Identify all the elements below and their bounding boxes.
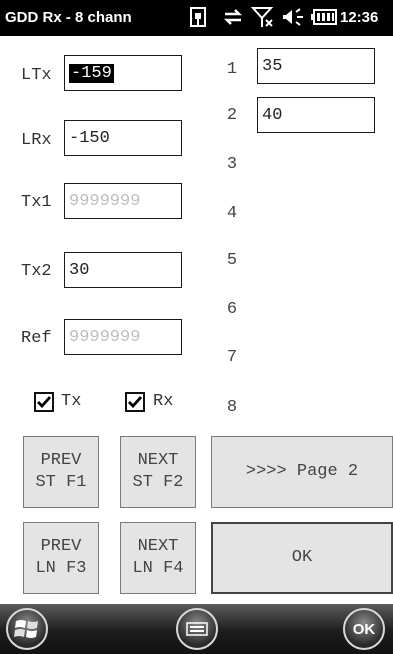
check-icon [128, 396, 142, 409]
channel-1-number: 1 [226, 60, 238, 79]
channel-2-number: 2 [226, 106, 238, 125]
channel-1-field[interactable]: 35 [257, 48, 375, 84]
ref-label: Ref [21, 329, 52, 348]
status-clock: 12:36 [340, 9, 379, 26]
channel-2-value: 40 [262, 105, 283, 125]
channel-6-number: 6 [226, 300, 238, 319]
channel-4-number: 4 [226, 204, 238, 223]
taskbar: OK [0, 604, 393, 654]
keyboard-button[interactable] [176, 608, 218, 650]
windows-logo-icon [14, 620, 38, 638]
ref-placeholder: 9999999 [69, 327, 141, 347]
tx1-label: Tx1 [21, 193, 52, 212]
tx2-field[interactable]: 30 [64, 252, 182, 288]
tx2-label: Tx2 [21, 262, 52, 281]
check-icon [37, 396, 51, 409]
battery-icon [310, 5, 338, 29]
tx-checkbox[interactable] [34, 392, 54, 412]
next-st-button[interactable]: NEXT ST F2 [120, 436, 196, 508]
tx2-value: 30 [69, 260, 90, 280]
rx-checkbox-label: Rx [153, 392, 174, 411]
sync-arrows-icon [221, 5, 245, 29]
ltx-value: -159 [69, 63, 114, 83]
channel-7-number: 7 [226, 348, 238, 367]
prev-st-button[interactable]: PREV ST F1 [23, 436, 99, 508]
lrx-field[interactable]: -150 [64, 120, 182, 156]
status-bar: GDD Rx - 8 chann 12:36 [0, 0, 393, 36]
sim-icon [187, 5, 209, 29]
ltx-field[interactable]: -159 [64, 55, 182, 91]
channel-3-number: 3 [226, 155, 238, 174]
tx1-placeholder: 9999999 [69, 191, 141, 211]
lrx-label: LRx [21, 131, 52, 150]
taskbar-ok-button[interactable]: OK [343, 608, 385, 650]
lrx-value: -150 [69, 128, 110, 148]
prev-ln-button[interactable]: PREV LN F3 [23, 522, 99, 594]
ok-button[interactable]: OK [211, 522, 393, 594]
page-2-button[interactable]: >>>> Page 2 [211, 436, 393, 508]
rx-checkbox[interactable] [125, 392, 145, 412]
window-title: GDD Rx - 8 chann [5, 9, 132, 26]
start-button[interactable] [6, 608, 48, 650]
channel-5-number: 5 [226, 251, 238, 270]
ref-field[interactable]: 9999999 [64, 319, 182, 355]
channel-2-field[interactable]: 40 [257, 97, 375, 133]
ltx-label: LTx [21, 66, 52, 85]
volume-icon [281, 5, 307, 29]
no-signal-icon [250, 5, 276, 29]
tx1-field[interactable]: 9999999 [64, 183, 182, 219]
tx-checkbox-label: Tx [61, 392, 82, 411]
channel-8-number: 8 [226, 398, 238, 417]
keyboard-icon [186, 622, 208, 636]
taskbar-ok-label: OK [352, 620, 376, 638]
channel-1-value: 35 [262, 56, 283, 76]
next-ln-button[interactable]: NEXT LN F4 [120, 522, 196, 594]
